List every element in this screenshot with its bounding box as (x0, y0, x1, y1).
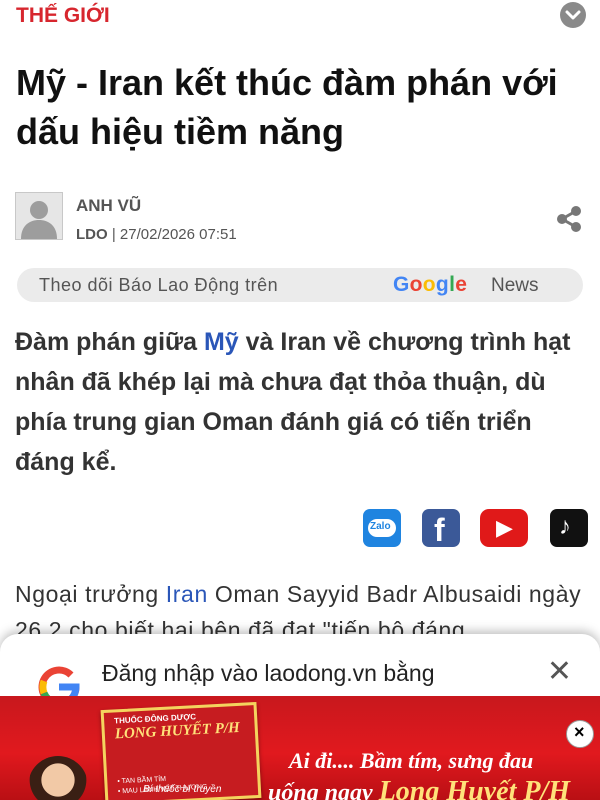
news-label: News (491, 275, 539, 296)
facebook-share-button[interactable]: f (422, 509, 460, 548)
ad-subtext: Bí thuốc bí truyền (143, 784, 222, 795)
article-meta: LDO | 27/02/2026 07:51 (76, 226, 237, 243)
follow-text: Theo dõi Báo Lao Động trên (39, 275, 279, 295)
google-news-follow-banner[interactable]: Theo dõi Báo Lao Động trên Google News (17, 268, 583, 302)
ad-slogan-prefix: uống ngay (268, 780, 379, 800)
share-icon[interactable] (554, 204, 584, 239)
ad-model-image (28, 756, 88, 800)
google-logo-text: Google (393, 273, 468, 296)
facebook-icon: f (434, 512, 445, 548)
article-headline: Mỹ - Iran kết thúc đàm phán với dấu hiệu… (16, 62, 558, 152)
tiktok-icon: ♪ (559, 513, 571, 540)
ad-close-button[interactable]: × (566, 720, 594, 748)
source-label: LDO (76, 226, 108, 243)
ad-slogan-line1: Ai đi.... Bầm tím, sưng đau (289, 748, 534, 773)
youtube-icon: ▶ (496, 515, 513, 540)
chevron-down-icon[interactable] (560, 2, 586, 28)
sapo-text-1: Đàm phán giữa (15, 328, 204, 356)
meta-separator: | (107, 226, 120, 243)
close-icon: × (574, 722, 585, 742)
ad-slogan-line2: uống ngay Long Huyết P/H (268, 776, 570, 800)
zalo-share-button[interactable]: Zalo (363, 509, 401, 547)
article-sapo: Đàm phán giữa Mỹ và Iran về chương trình… (15, 322, 587, 482)
tiktok-button[interactable]: ♪ (550, 509, 588, 547)
close-icon[interactable]: ✕ (547, 654, 572, 689)
youtube-button[interactable]: ▶ (480, 509, 528, 547)
popup-title: Đăng nhập vào laodong.vn bằng (102, 660, 435, 686)
ad-brand: Long Huyết P/H (378, 776, 571, 800)
author-avatar (15, 192, 63, 240)
publish-datetime: 27/02/2026 07:51 (119, 226, 237, 243)
body-text-1: Ngoại trưởng (15, 581, 166, 607)
category-label[interactable]: THẾ GIỚI (16, 4, 110, 28)
zalo-icon: Zalo (370, 521, 391, 532)
sapo-link-my[interactable]: Mỹ (204, 328, 239, 356)
body-link-iran[interactable]: Iran (166, 581, 208, 607)
author-name[interactable]: ANH VŨ (76, 196, 141, 216)
advertisement-banner[interactable]: THUỐC ĐÔNG DƯỢC LONG HUYẾT P/H • TAN BẦM… (0, 696, 600, 800)
